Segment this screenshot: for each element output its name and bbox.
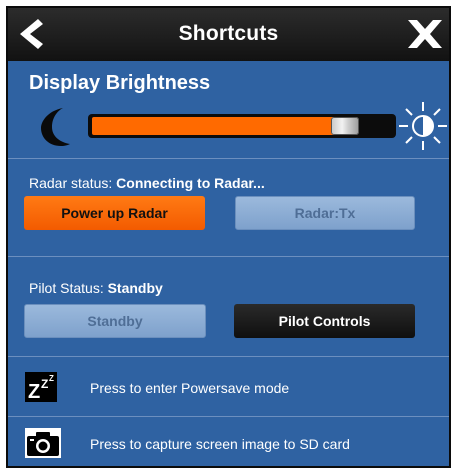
svg-text:Z: Z bbox=[41, 377, 48, 391]
brightness-slider[interactable] bbox=[88, 114, 396, 138]
brightness-slider-fill bbox=[92, 117, 346, 135]
divider bbox=[8, 256, 449, 257]
capture-text: Press to capture screen image to SD card bbox=[90, 436, 350, 452]
radar-status: Radar status: Connecting to Radar... bbox=[29, 175, 265, 191]
sleep-zzz-icon: Z Z Z bbox=[25, 372, 57, 402]
radar-status-value: Connecting to Radar... bbox=[116, 175, 265, 191]
svg-text:Z: Z bbox=[49, 374, 54, 383]
radar-tx-button[interactable]: Radar:Tx bbox=[235, 196, 415, 230]
camera-icon bbox=[25, 428, 61, 458]
standby-button[interactable]: Standby bbox=[24, 304, 206, 338]
page-title: Shortcuts bbox=[178, 22, 279, 45]
sun-icon[interactable] bbox=[397, 100, 449, 152]
pilot-status-label: Pilot Status: bbox=[29, 280, 104, 296]
svg-text:Z: Z bbox=[28, 381, 40, 402]
moon-icon[interactable] bbox=[37, 106, 71, 148]
pilot-controls-button[interactable]: Pilot Controls bbox=[234, 304, 415, 338]
power-up-radar-button[interactable]: Power up Radar bbox=[24, 196, 205, 230]
title-bar: Shortcuts bbox=[8, 8, 449, 61]
radar-status-label: Radar status: bbox=[29, 175, 113, 191]
pilot-status: Pilot Status: Standby bbox=[29, 280, 163, 296]
divider bbox=[8, 158, 449, 159]
divider bbox=[8, 416, 449, 417]
shortcuts-panel: Shortcuts Display Brightness Radar statu… bbox=[6, 6, 451, 468]
close-icon[interactable] bbox=[407, 18, 443, 50]
divider bbox=[8, 356, 449, 357]
pilot-status-value: Standby bbox=[107, 280, 163, 296]
powersave-text: Press to enter Powersave mode bbox=[90, 380, 290, 396]
brightness-slider-handle[interactable] bbox=[331, 117, 360, 135]
display-brightness-title: Display Brightness bbox=[29, 72, 211, 94]
